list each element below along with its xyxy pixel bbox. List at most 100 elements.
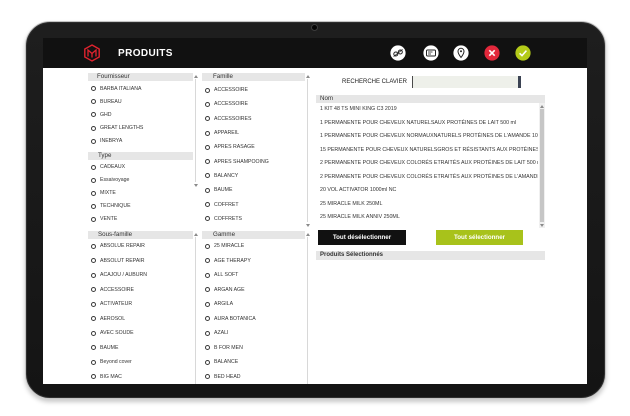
fournisseur-option[interactable]: INEBRYA — [88, 135, 192, 148]
type-option[interactable]: CADEAUX — [88, 161, 192, 174]
product-row[interactable]: 15 PERMANENTE POUR CHEVEUX NATURELSGROS … — [316, 144, 538, 158]
gamme-radio[interactable] — [204, 345, 210, 351]
gamme-radio[interactable] — [204, 359, 210, 365]
fournisseur-option[interactable]: GREAT LENGTHS — [88, 122, 192, 135]
sous-famille-radio[interactable] — [90, 359, 96, 365]
famille-radio[interactable] — [204, 144, 210, 150]
scroll-up-arrow[interactable] — [540, 104, 544, 108]
sous-famille-option[interactable]: BIG MAC — [88, 370, 192, 385]
gamme-radio[interactable] — [204, 287, 210, 293]
type-option[interactable]: Essaivoyage — [88, 174, 192, 187]
famille-radio[interactable] — [204, 173, 210, 179]
sous-famille-radio[interactable] — [90, 374, 96, 380]
sous-famille-option[interactable]: AVEC SOUDE — [88, 326, 192, 341]
gamme-option[interactable]: BALANCE — [202, 355, 304, 370]
type-radio[interactable] — [90, 216, 96, 222]
gamme-radio[interactable] — [204, 316, 210, 322]
gamme-option[interactable]: AZALI — [202, 326, 304, 341]
product-row[interactable]: 2 PERMANENTE POUR CHEVEUX COLORÉS ETRAIT… — [316, 171, 538, 185]
sous-famille-option[interactable]: Beyond cover — [88, 355, 192, 370]
search-input[interactable] — [412, 76, 521, 88]
famille-radio[interactable] — [204, 87, 210, 93]
product-list-scrollbar[interactable] — [539, 103, 545, 228]
type-option[interactable]: MIXTE — [88, 187, 192, 200]
fournisseur-option[interactable]: BARBA ITALIANA — [88, 82, 192, 95]
famille-option[interactable]: ACCESSOIRE — [202, 83, 304, 97]
product-row[interactable]: 1 PERMANENTE POUR CHEVEUX NATURELSAUX PR… — [316, 117, 538, 131]
famille-radio[interactable] — [204, 216, 210, 222]
sous-famille-radio[interactable] — [90, 330, 96, 336]
sous-famille-option[interactable]: BAUME — [88, 341, 192, 356]
product-row[interactable]: 2 PERMANENTE POUR CHEVEUX COLORÉS ETRAIT… — [316, 157, 538, 171]
famille-option[interactable]: BALANCY — [202, 169, 304, 183]
type-option[interactable]: TECHNIQUE — [88, 200, 192, 213]
gamme-option[interactable]: ARGILA — [202, 297, 304, 312]
scroll-track[interactable] — [307, 237, 308, 384]
link-icon[interactable] — [390, 45, 406, 61]
fournisseur-radio[interactable] — [90, 138, 96, 144]
famille-option[interactable]: APRES RASAGE — [202, 140, 304, 154]
fournisseur-radio[interactable] — [90, 86, 96, 92]
famille-option[interactable]: ACCESSOIRE — [202, 97, 304, 111]
product-row[interactable]: 25 MIRACLE MILK 250ML — [316, 198, 538, 212]
gamme-option[interactable]: B FOR MEN — [202, 341, 304, 356]
sous-famille-option[interactable]: ABSOLUE REPAIR — [88, 239, 192, 254]
select-all-button[interactable]: Tout sélectionner — [436, 230, 523, 245]
sous-famille-option[interactable]: ACAJOU / AUBURN — [88, 268, 192, 283]
famille-option[interactable]: COFFRET — [202, 197, 304, 211]
scroll-track[interactable] — [307, 79, 308, 222]
famille-option[interactable]: ACCESSOIRES — [202, 112, 304, 126]
sous-famille-radio[interactable] — [90, 272, 96, 278]
type-radio[interactable] — [90, 164, 96, 170]
deselect-all-button[interactable]: Tout désélectionner — [318, 230, 406, 245]
famille-option[interactable]: BAUME — [202, 183, 304, 197]
gamme-option[interactable]: 25 MIRACLE — [202, 239, 304, 254]
scroll-track[interactable] — [195, 237, 196, 384]
check-icon[interactable] — [515, 45, 531, 61]
product-row[interactable]: 20 VOL ACTIVATOR 1000ml NC — [316, 184, 538, 198]
fournisseur-radio[interactable] — [90, 99, 96, 105]
famille-option[interactable]: APRES SHAMPOOING — [202, 154, 304, 168]
famille-radio[interactable] — [204, 101, 210, 107]
scroll-up-arrow[interactable] — [193, 232, 198, 236]
gamme-radio[interactable] — [204, 258, 210, 264]
card-icon[interactable] — [423, 45, 439, 61]
sous-famille-scrollbar[interactable] — [193, 231, 198, 384]
famille-scrollbar[interactable] — [305, 73, 310, 228]
gamme-option[interactable]: BED HEAD — [202, 370, 304, 385]
fournisseur-radio[interactable] — [90, 112, 96, 118]
location-pin-icon[interactable] — [453, 45, 469, 61]
gamme-option[interactable]: ALL SOFT — [202, 268, 304, 283]
type-radio[interactable] — [90, 177, 96, 183]
scroll-down-arrow[interactable] — [540, 223, 544, 227]
sous-famille-radio[interactable] — [90, 287, 96, 293]
scroll-up-arrow[interactable] — [193, 74, 198, 78]
sous-famille-radio[interactable] — [90, 316, 96, 322]
sous-famille-radio[interactable] — [90, 301, 96, 307]
type-option[interactable]: VENTE — [88, 213, 192, 226]
sous-famille-option[interactable]: ABSOLUT REPAIR — [88, 254, 192, 269]
sous-famille-option[interactable]: AEROSOL — [88, 312, 192, 327]
gamme-option[interactable]: AURA BOTANICA — [202, 312, 304, 327]
fournisseur-scrollbar[interactable] — [193, 73, 198, 188]
product-row[interactable]: 1 PERMANENTE POUR CHEVEUX NORMAUXNATUREL… — [316, 130, 538, 144]
famille-radio[interactable] — [204, 202, 210, 208]
gamme-radio[interactable] — [204, 272, 210, 278]
sous-famille-radio[interactable] — [90, 243, 96, 249]
famille-radio[interactable] — [204, 130, 210, 136]
scroll-down-arrow[interactable] — [193, 183, 198, 187]
gamme-radio[interactable] — [204, 243, 210, 249]
type-radio[interactable] — [90, 203, 96, 209]
type-radio[interactable] — [90, 190, 96, 196]
sous-famille-option[interactable]: ACTIVATEUR — [88, 297, 192, 312]
product-row[interactable]: 25 MIRACLE MILK ANNIV 250ML — [316, 211, 538, 225]
sous-famille-radio[interactable] — [90, 345, 96, 351]
gamme-radio[interactable] — [204, 301, 210, 307]
product-row[interactable]: 1 KIT 48 TS MINI KING C3 2019 — [316, 103, 538, 117]
famille-option[interactable]: COFFRETS — [202, 212, 304, 226]
gamme-radio[interactable] — [204, 374, 210, 380]
famille-option[interactable]: APPAREIL — [202, 126, 304, 140]
fournisseur-option[interactable]: BUREAU — [88, 95, 192, 108]
gamme-option[interactable]: ARGAN AGE — [202, 283, 304, 298]
sous-famille-option[interactable]: ACCESSOIRE — [88, 283, 192, 298]
